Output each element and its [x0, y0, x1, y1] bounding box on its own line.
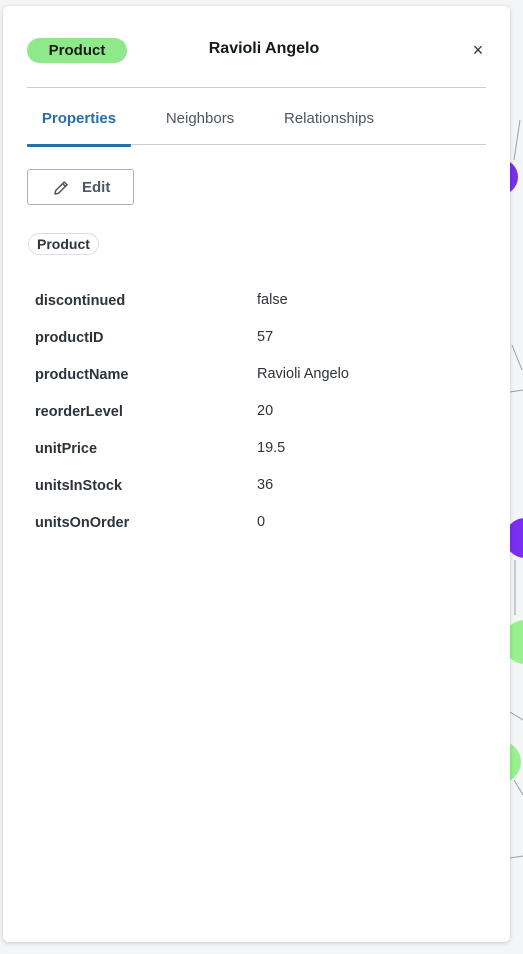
property-key: reorderLevel — [35, 404, 123, 420]
property-value: 20 — [257, 403, 274, 419]
property-key: unitPrice — [35, 441, 98, 457]
property-row: productName Ravioli Angelo — [35, 363, 475, 400]
property-row: discontinued false — [35, 289, 475, 326]
property-value: Ravioli Angelo — [257, 366, 349, 382]
property-value: 19.5 — [257, 440, 286, 456]
node-label-badge[interactable]: Product — [27, 38, 127, 63]
property-key: discontinued — [35, 293, 126, 309]
property-key: productID — [35, 330, 104, 346]
property-row: productID 57 — [35, 326, 475, 363]
tab-relationships[interactable]: Relationships — [271, 100, 387, 145]
property-table: discontinued false productID 57 productN… — [35, 289, 475, 548]
edit-button-label: Edit — [82, 179, 111, 196]
tab-properties[interactable]: Properties — [27, 100, 131, 147]
close-icon: × — [472, 40, 484, 60]
property-value: 57 — [257, 329, 274, 345]
tab-neighbors[interactable]: Neighbors — [149, 100, 251, 145]
close-button[interactable]: × — [467, 40, 489, 62]
label-chip[interactable]: Product — [28, 233, 99, 255]
node-title: Ravioli Angelo — [208, 40, 320, 57]
property-key: unitsInStock — [35, 478, 123, 494]
property-row: unitsOnOrder 0 — [35, 511, 475, 548]
node-details-panel: Product Ravioli Angelo × Properties Neig… — [3, 6, 510, 942]
property-value: 36 — [257, 477, 274, 493]
panel-header: Product Ravioli Angelo × — [27, 6, 486, 88]
property-key: unitsOnOrder — [35, 515, 130, 531]
property-value: 0 — [257, 514, 266, 530]
property-key: productName — [35, 367, 129, 383]
property-row: reorderLevel 20 — [35, 400, 475, 437]
tab-bar: Properties Neighbors Relationships — [27, 100, 486, 147]
edit-button[interactable]: Edit — [27, 169, 134, 205]
property-row: unitsInStock 36 — [35, 474, 475, 511]
property-row: unitPrice 19.5 — [35, 437, 475, 474]
property-value: false — [257, 292, 288, 308]
pencil-icon — [52, 179, 70, 202]
